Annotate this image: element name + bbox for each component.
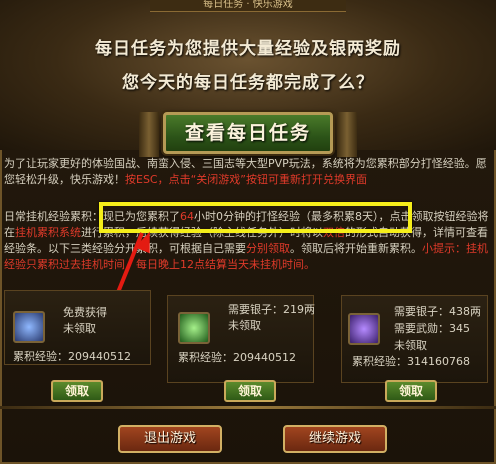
- claim-button-free[interactable]: 领取: [51, 380, 103, 402]
- exp-scroll-icon: [178, 312, 210, 344]
- intro-paragraph: 为了让玩家更好的体验国战、南蛮入侵、三国志等大型PVP玩法，系统将为您累积部分打…: [4, 156, 492, 194]
- reward-cost: 需要银子：219两: [228, 303, 315, 316]
- reward-cost-silver: 需要银子：438两: [394, 305, 481, 318]
- reward-exp: 累积经验：209440512: [178, 350, 296, 366]
- highlight-box: [99, 202, 412, 233]
- reward-exp: 累积经验：209440512: [13, 349, 131, 365]
- window-title: 每日任务 · 快乐游戏: [150, 0, 346, 12]
- headline-question: 您今天的每日任务都完成了么？: [122, 73, 374, 93]
- reward-panel-free: 免费获得 未领取 累积经验：209440512: [4, 290, 151, 365]
- reward-cost-merit: 需要武勋：345: [394, 322, 470, 335]
- footer-divider: [0, 406, 496, 409]
- reward-exp: 累积经验：314160768: [352, 354, 470, 370]
- right-pillar-ornament: [337, 112, 357, 157]
- reward-panel-silver-merit: 需要银子：438两 需要武勋：345 未领取 累积经验：314160768: [341, 295, 488, 383]
- reward-exp-value: 314160768: [407, 355, 470, 368]
- reward-exp-value: 209440512: [68, 350, 131, 363]
- left-pillar-ornament: [139, 112, 159, 157]
- exit-game-button[interactable]: 退出游戏: [118, 425, 222, 453]
- reward-cost: 免费获得: [63, 306, 107, 319]
- afk-system-name: 挂机累积系统: [15, 226, 81, 239]
- reward-status: 未领取: [228, 319, 261, 332]
- claim-button-silver-merit[interactable]: 领取: [385, 380, 437, 402]
- reward-exp-label: 累积经验：: [178, 351, 233, 364]
- exp-book-icon: [13, 311, 45, 343]
- reward-status: 未领取: [63, 322, 96, 335]
- claim-button-silver[interactable]: 领取: [224, 380, 276, 402]
- afk-separate-claim: 分别领取: [246, 242, 290, 255]
- afk-restart: 。领取后将开始重新累积。: [290, 242, 422, 255]
- continue-game-button[interactable]: 继续游戏: [283, 425, 387, 453]
- headline-rewards: 每日任务为您提供大量经验及银两奖励: [95, 39, 401, 59]
- intro-esc-hint: 按ESC，点击“关闭游戏”按钮可重新打开兑换界面: [125, 173, 368, 186]
- reward-exp-value: 209440512: [233, 351, 296, 364]
- reward-exp-label: 累积经验：: [13, 350, 68, 363]
- reward-status: 未领取: [394, 339, 427, 352]
- exp-crystal-icon: [348, 313, 380, 345]
- reward-panel-silver: 需要银子：219两 未领取 累积经验：209440512: [167, 295, 315, 383]
- afk-lead: 日常挂机经验累积：: [4, 210, 103, 223]
- view-daily-tasks-button[interactable]: 查看每日任务: [163, 112, 333, 154]
- reward-exp-label: 累积经验：: [352, 355, 407, 368]
